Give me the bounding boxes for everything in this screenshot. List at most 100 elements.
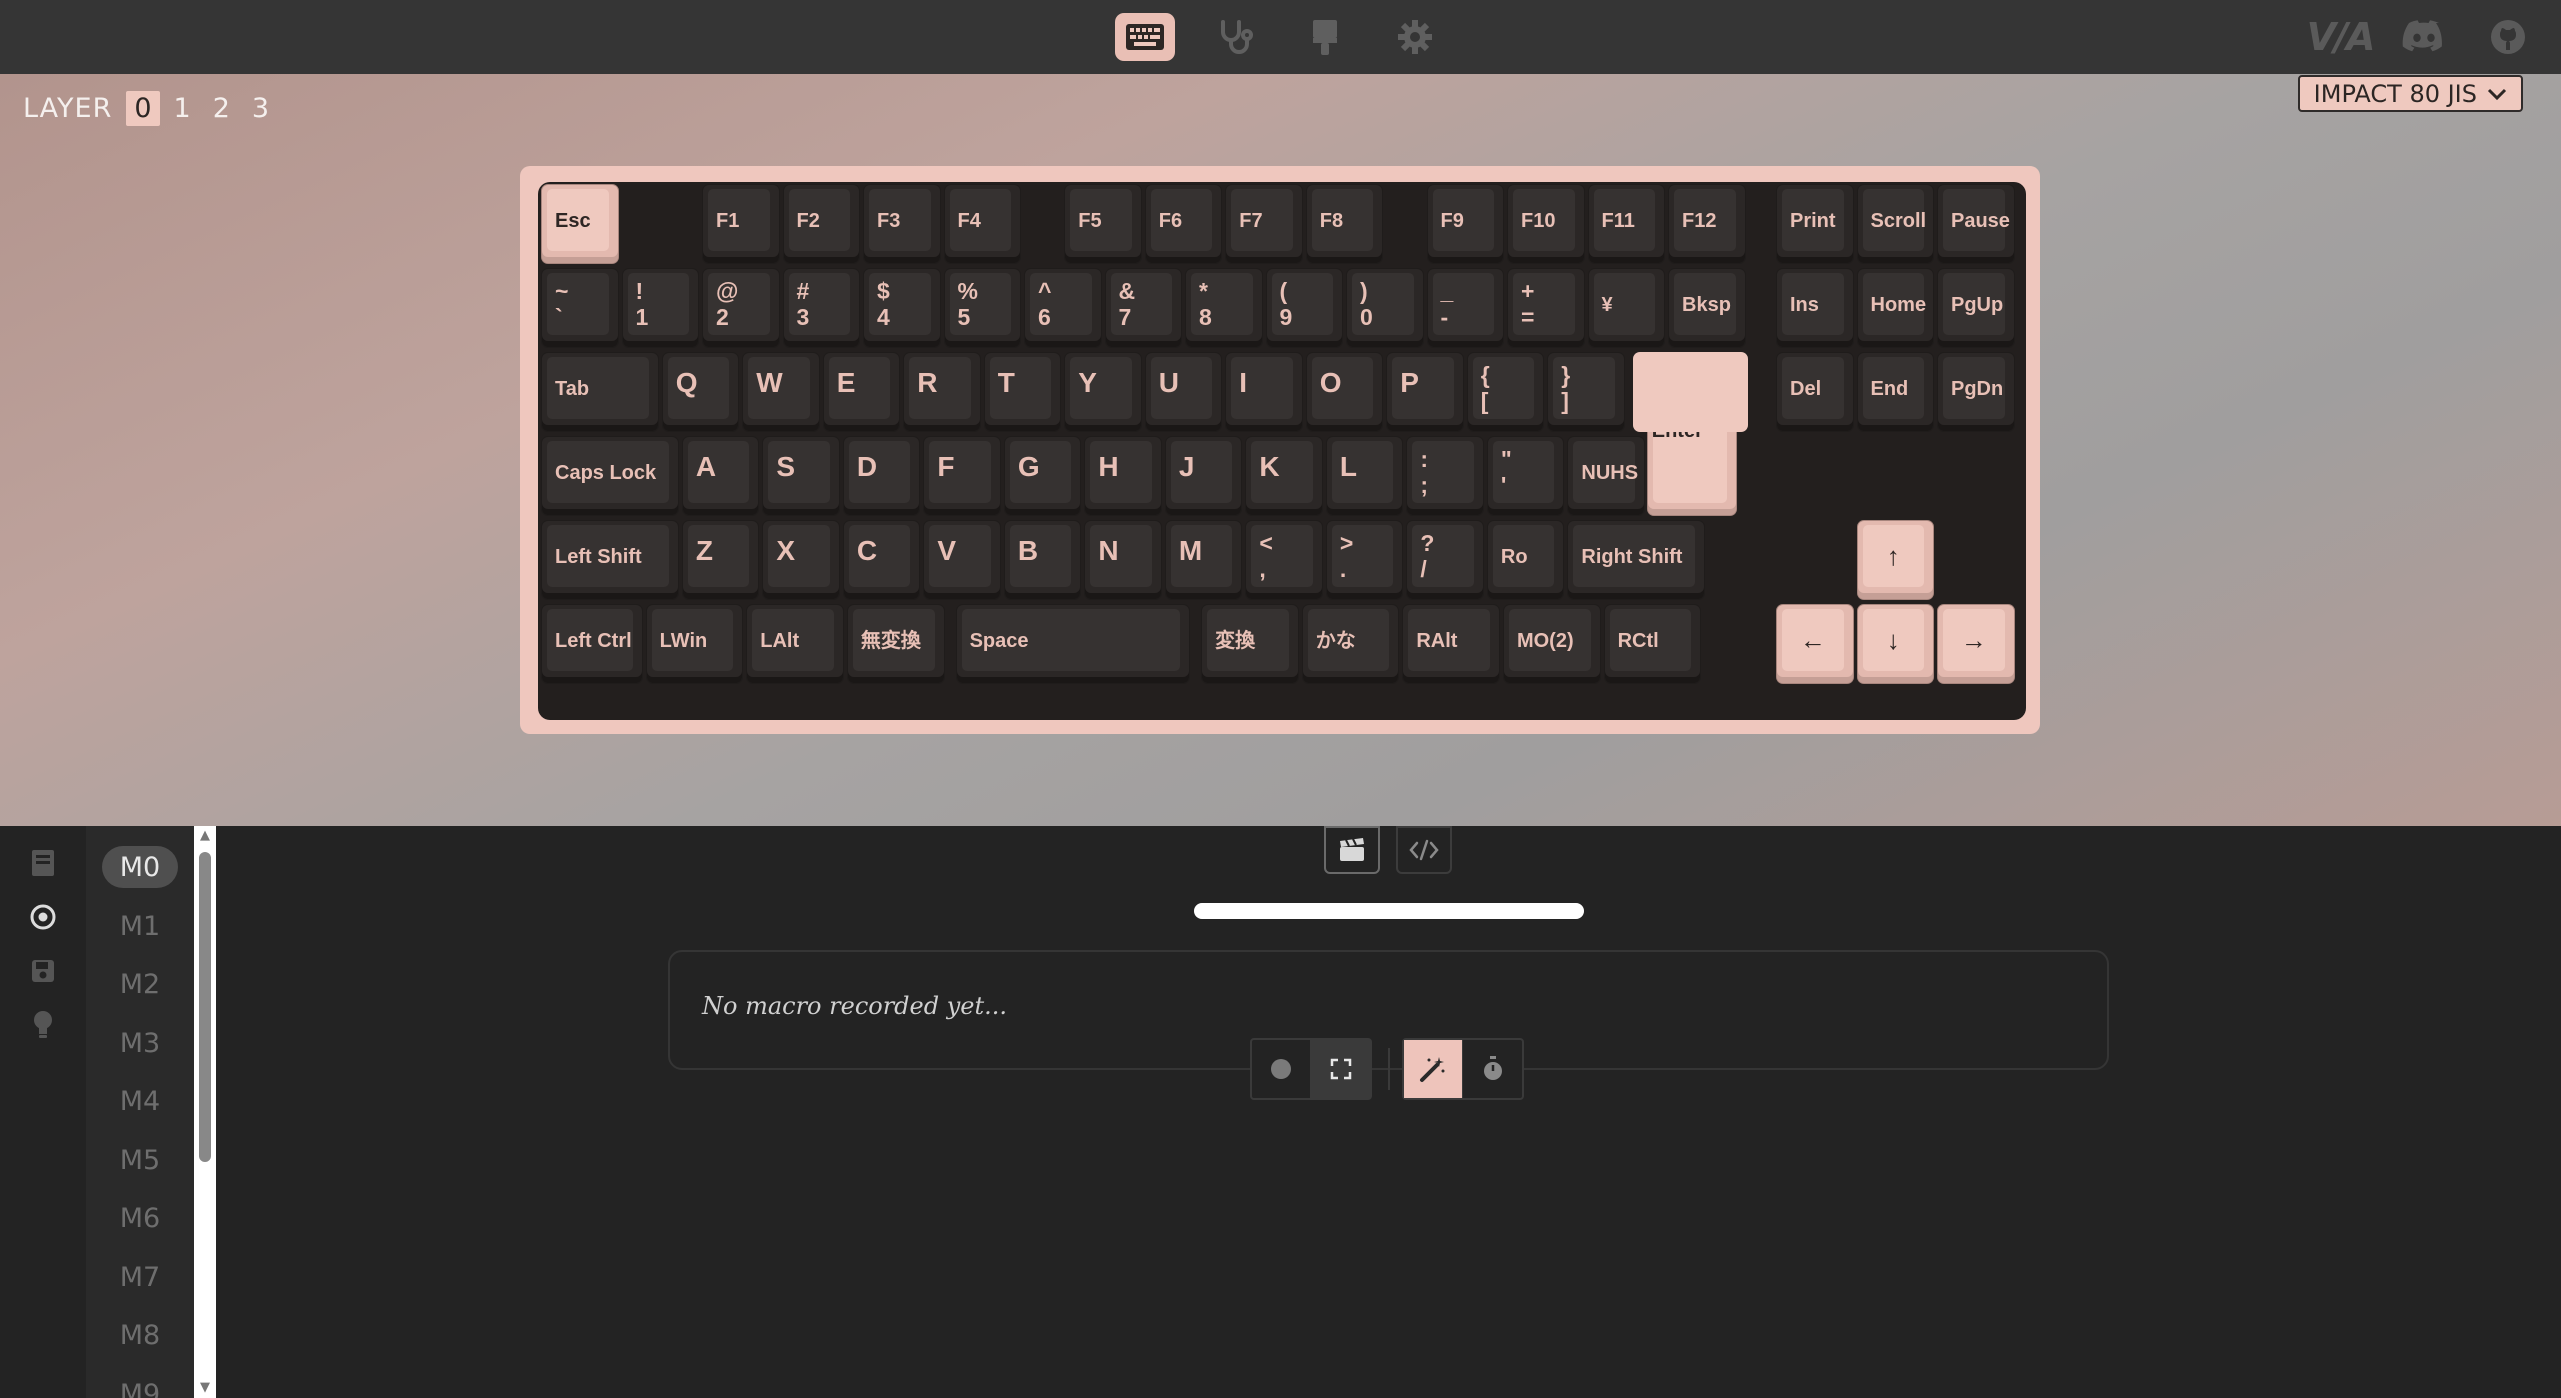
save-icon[interactable] xyxy=(26,954,60,988)
fullscreen-button[interactable] xyxy=(1311,1040,1370,1098)
key-n7[interactable]: & 7 xyxy=(1104,268,1182,348)
book-icon[interactable] xyxy=(26,846,60,880)
key-n6[interactable]: ^ 6 xyxy=(1024,268,1102,348)
lightbulb-icon[interactable] xyxy=(26,1008,60,1042)
key-y[interactable]: Y xyxy=(1064,352,1142,432)
github-icon[interactable] xyxy=(2481,14,2535,60)
key-f4[interactable]: F4 xyxy=(943,184,1021,264)
key-right[interactable]: → xyxy=(1937,604,2015,684)
key-lalt[interactable]: LAlt xyxy=(746,604,844,684)
macro-item-m8[interactable]: M8 xyxy=(102,1314,178,1356)
discord-icon[interactable] xyxy=(2397,14,2451,60)
key-lbracket[interactable]: { [ xyxy=(1466,352,1545,432)
key-d[interactable]: D xyxy=(842,436,921,516)
key-f10[interactable]: F10 xyxy=(1507,184,1585,264)
key-b[interactable]: B xyxy=(1003,520,1082,600)
key-up[interactable]: ↑ xyxy=(1856,520,1934,600)
key-kana[interactable]: かな xyxy=(1301,604,1400,684)
key-w[interactable]: W xyxy=(742,352,820,432)
key-f9[interactable]: F9 xyxy=(1426,184,1504,264)
key-slash[interactable]: ? / xyxy=(1406,520,1484,600)
scroll-down-arrow[interactable]: ▼ xyxy=(198,1381,212,1395)
key-f5[interactable]: F5 xyxy=(1064,184,1142,264)
macro-item-m4[interactable]: M4 xyxy=(102,1080,178,1122)
key-rshift[interactable]: Right Shift xyxy=(1567,520,1706,600)
tab-lighting[interactable] xyxy=(1295,13,1355,61)
key-q[interactable]: Q xyxy=(661,352,740,432)
key-o[interactable]: O xyxy=(1305,352,1384,432)
key-semicolon[interactable]: : ; xyxy=(1406,436,1484,516)
key-lctrl[interactable]: Left Ctrl xyxy=(541,604,643,684)
key-tab[interactable]: Tab xyxy=(541,352,659,432)
key-rctl[interactable]: RCtl xyxy=(1603,604,1702,684)
key-muhenkan[interactable]: 無変換 xyxy=(846,604,945,684)
key-n[interactable]: N xyxy=(1084,520,1162,600)
key-r[interactable]: R xyxy=(903,352,981,432)
key-print[interactable]: Print xyxy=(1776,184,1854,264)
key-bksp[interactable]: Bksp xyxy=(1668,268,1746,348)
key-n0[interactable]: ) 0 xyxy=(1346,268,1424,348)
key-u[interactable]: U xyxy=(1144,352,1223,432)
macro-item-m6[interactable]: M6 xyxy=(102,1197,178,1239)
scroll-up-arrow[interactable]: ▲ xyxy=(198,829,212,843)
key-n2[interactable]: @ 2 xyxy=(702,268,780,348)
macro-item-m0[interactable]: M0 xyxy=(102,846,178,888)
key-f7[interactable]: F7 xyxy=(1225,184,1303,264)
key-end[interactable]: End xyxy=(1856,352,1934,432)
key-yen[interactable]: ¥ xyxy=(1587,268,1665,348)
key-mo2[interactable]: MO(2) xyxy=(1502,604,1601,684)
key-henkan[interactable]: 変換 xyxy=(1201,604,1299,684)
key-x[interactable]: X xyxy=(762,520,840,600)
key-lwin[interactable]: LWin xyxy=(645,604,744,684)
key-rbracket[interactable]: } ] xyxy=(1547,352,1625,432)
keyboard-dropdown[interactable]: IMPACT 80 JIS xyxy=(2297,75,2523,112)
key-g[interactable]: G xyxy=(1003,436,1082,516)
key-c[interactable]: C xyxy=(842,520,921,600)
key-s[interactable]: S xyxy=(762,436,840,516)
key-n1[interactable]: ! 1 xyxy=(621,268,699,348)
record-delays-button[interactable] xyxy=(1463,1040,1522,1098)
key-f3[interactable]: F3 xyxy=(863,184,941,264)
layer-button-3[interactable]: 3 xyxy=(244,91,277,126)
key-left[interactable]: ← xyxy=(1776,604,1854,684)
key-quote[interactable]: " ' xyxy=(1486,436,1565,516)
key-grave[interactable]: ~ ` xyxy=(541,268,619,348)
key-minus[interactable]: _ - xyxy=(1426,268,1504,348)
key-ralt[interactable]: RAlt xyxy=(1402,604,1500,684)
macro-item-m9[interactable]: M9 xyxy=(102,1373,178,1398)
macro-item-m1[interactable]: M1 xyxy=(102,905,178,947)
key-k[interactable]: K xyxy=(1245,436,1323,516)
macro-item-m7[interactable]: M7 xyxy=(102,1256,178,1298)
tab-settings[interactable] xyxy=(1385,13,1445,61)
macro-item-m5[interactable]: M5 xyxy=(102,1139,178,1181)
key-n4[interactable]: $ 4 xyxy=(863,268,941,348)
key-pgup[interactable]: PgUp xyxy=(1937,268,2015,348)
record-icon[interactable] xyxy=(26,900,60,934)
key-pgdn[interactable]: PgDn xyxy=(1937,352,2015,432)
key-f12[interactable]: F12 xyxy=(1668,184,1746,264)
macro-item-m3[interactable]: M3 xyxy=(102,1022,178,1064)
key-h[interactable]: H xyxy=(1084,436,1162,516)
layer-button-0[interactable]: 0 xyxy=(126,91,160,126)
key-del[interactable]: Del xyxy=(1776,352,1854,432)
key-t[interactable]: T xyxy=(983,352,1062,432)
key-lshift[interactable]: Left Shift xyxy=(541,520,679,600)
key-space[interactable]: Space xyxy=(955,604,1191,684)
key-period[interactable]: > . xyxy=(1325,520,1404,600)
key-z[interactable]: Z xyxy=(681,520,760,600)
key-n5[interactable]: % 5 xyxy=(943,268,1021,348)
smart-optimize-button[interactable] xyxy=(1404,1040,1463,1098)
key-p[interactable]: P xyxy=(1386,352,1464,432)
tab-configure[interactable] xyxy=(1115,13,1175,61)
key-l[interactable]: L xyxy=(1325,436,1404,516)
key-pause[interactable]: Pause xyxy=(1937,184,2015,264)
key-nuhs[interactable]: NUHS xyxy=(1567,436,1645,516)
key-comma[interactable]: < , xyxy=(1245,520,1323,600)
key-f6[interactable]: F6 xyxy=(1144,184,1223,264)
layer-button-1[interactable]: 1 xyxy=(166,91,199,126)
key-home[interactable]: Home xyxy=(1856,268,1934,348)
key-i[interactable]: I xyxy=(1225,352,1303,432)
key-n9[interactable]: ( 9 xyxy=(1265,268,1343,348)
key-f1[interactable]: F1 xyxy=(702,184,780,264)
scrollbar-thumb[interactable] xyxy=(199,852,211,1162)
